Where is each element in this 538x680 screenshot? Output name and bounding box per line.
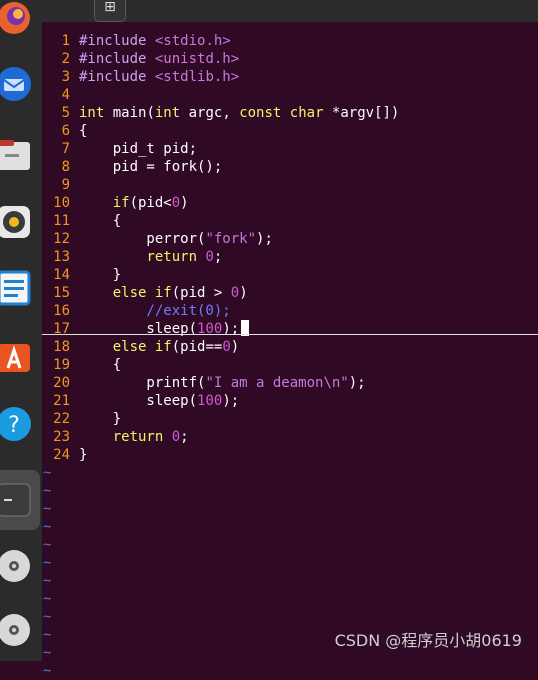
line-number: 11: [53, 213, 70, 229]
new-tab-button[interactable]: ⊞: [94, 0, 126, 22]
line-number: 1: [61, 33, 70, 49]
code-text: }: [79, 267, 122, 283]
code-line[interactable]: 14 }: [42, 266, 538, 284]
line-number: 8: [61, 159, 70, 175]
line-number: 3: [61, 69, 70, 85]
code-text: #include <stdio.h>: [79, 33, 231, 49]
empty-line-tilde: ~: [43, 591, 52, 607]
watermark: CSDN @程序员小胡0619: [334, 631, 522, 650]
vim-editor[interactable]: 1 #include <stdio.h> 2 #include <unistd.h> 3…: [42, 32, 538, 680]
code-line[interactable]: 8 pid = fork();: [42, 158, 538, 176]
line-number: 15: [53, 285, 70, 301]
code-line[interactable]: 13 return 0;: [42, 248, 538, 266]
line-number: 20: [53, 375, 70, 391]
code-line[interactable]: 20 printf("I am a deamon\n");: [42, 374, 538, 392]
line-number: 22: [53, 411, 70, 427]
line-number: 16: [53, 303, 70, 319]
code-line[interactable]: 18 else if(pid==0): [42, 338, 538, 356]
code-text: else if(pid==0): [112, 339, 240, 355]
line-number: 4: [61, 87, 70, 103]
code-line[interactable]: 1 #include <stdio.h>: [42, 32, 538, 50]
empty-line-tilde: ~: [43, 573, 52, 589]
code-line[interactable]: 22 }: [42, 410, 538, 428]
rhythmbox-icon[interactable]: [0, 204, 32, 240]
code-text: {: [79, 123, 88, 139]
line-number: 24: [53, 447, 70, 463]
line-number: 6: [61, 123, 70, 139]
code-line[interactable]: 12 perror("fork");: [42, 230, 538, 248]
code-line[interactable]: 11 {: [42, 212, 538, 230]
line-number: 10: [53, 195, 70, 211]
files-icon[interactable]: [0, 136, 32, 172]
line-number: 18: [53, 339, 70, 355]
code-line[interactable]: 17 sleep(100);: [42, 320, 538, 338]
code-line[interactable]: 6{: [42, 122, 538, 140]
code-line[interactable]: 3 #include <stdlib.h>: [42, 68, 538, 86]
code-text: return 0;: [146, 249, 223, 265]
line-number: 19: [53, 357, 70, 373]
terminal-icon[interactable]: [0, 482, 32, 518]
code-line[interactable]: 10 if(pid<0): [42, 194, 538, 212]
line-number: 5: [61, 105, 70, 121]
code-line[interactable]: 16 //exit(0);: [42, 302, 538, 320]
code-text: #include <stdlib.h>: [79, 69, 240, 85]
line-number: 14: [53, 267, 70, 283]
code-text: perror("fork");: [79, 231, 273, 247]
line-number: 17: [53, 321, 70, 337]
line-number: 9: [61, 177, 70, 193]
code-line[interactable]: 2 #include <unistd.h>: [42, 50, 538, 68]
code-text: pid_t pid;: [79, 141, 198, 157]
help-icon[interactable]: ?: [0, 406, 32, 442]
empty-line-tilde: ~: [43, 501, 52, 517]
empty-line-tilde: ~: [43, 483, 52, 499]
code-text: {: [79, 357, 122, 373]
code-text: //exit(0);: [79, 303, 231, 319]
code-text: }: [79, 447, 88, 463]
code-line[interactable]: 4: [42, 86, 538, 104]
code-text: {: [79, 213, 122, 229]
line-number: 13: [53, 249, 70, 265]
line-number: 21: [53, 393, 70, 409]
code-line[interactable]: 24}: [42, 446, 538, 464]
code-line[interactable]: 7 pid_t pid;: [42, 140, 538, 158]
code-line[interactable]: 19 {: [42, 356, 538, 374]
empty-line-tilde: ~: [43, 663, 52, 679]
cursor-line-underline: [42, 334, 538, 335]
code-line[interactable]: 23 return 0;: [42, 428, 538, 446]
dock: ?: [0, 0, 42, 661]
code-text: printf("I am a deamon\n");: [79, 375, 366, 391]
line-number: 2: [61, 51, 70, 67]
code-text: if(pid<0): [112, 195, 189, 211]
dvd-icon[interactable]: [0, 548, 32, 584]
empty-line-tilde: ~: [43, 609, 52, 625]
code-text: int main(int argc, const char *argv[]): [79, 105, 400, 121]
empty-line-tilde: ~: [43, 555, 52, 571]
code-text: else if(pid > 0): [112, 285, 248, 301]
software-icon[interactable]: [0, 338, 32, 374]
code-line[interactable]: 5 int main(int argc, const char *argv[]): [42, 104, 538, 122]
code-text: }: [79, 411, 122, 427]
line-number: 7: [61, 141, 70, 157]
new-tab-icon: ⊞: [104, 0, 116, 15]
terminal-header: ⊞: [42, 0, 538, 22]
line-number: 23: [53, 429, 70, 445]
code-line[interactable]: 9: [42, 176, 538, 194]
empty-line-tilde: ~: [43, 537, 52, 553]
line-number: 12: [53, 231, 70, 247]
code-line[interactable]: 21 sleep(100);: [42, 392, 538, 410]
code-text: #include <unistd.h>: [79, 51, 240, 67]
empty-line-tilde: ~: [43, 465, 52, 481]
dvd-icon-2[interactable]: [0, 612, 32, 648]
svg-text:?: ?: [8, 413, 20, 438]
firefox-icon[interactable]: [0, 0, 32, 36]
empty-line-tilde: ~: [43, 519, 52, 535]
code-text: pid = fork();: [79, 159, 223, 175]
code-text: return 0;: [112, 429, 189, 445]
code-line[interactable]: 15 else if(pid > 0): [42, 284, 538, 302]
writer-icon[interactable]: [0, 270, 32, 306]
thunderbird-icon[interactable]: [0, 66, 32, 102]
code-text: sleep(100);: [79, 393, 240, 409]
